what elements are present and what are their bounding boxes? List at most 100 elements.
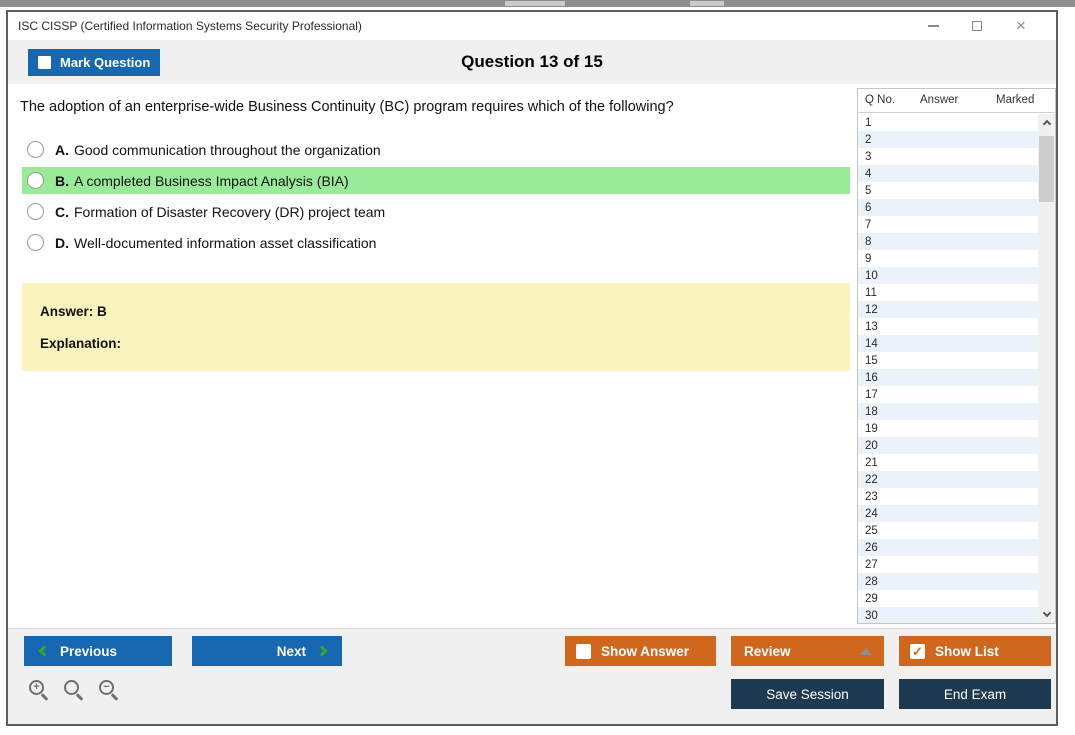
zoom-out-button[interactable]: − [98,679,122,703]
radio-button[interactable] [27,172,44,189]
option-text: Formation of Disaster Recovery (DR) proj… [74,203,386,220]
option-row-d[interactable]: D. Well-documented information asset clas… [22,229,850,256]
option-letter: D. [55,234,69,251]
background-window-edge [0,0,1075,7]
zoom-reset-button[interactable] [63,679,87,703]
close-icon: × [1016,16,1026,35]
option-row-b[interactable]: B. A completed Business Impact Analysis (… [22,167,850,194]
end-exam-label: End Exam [943,686,1007,702]
question-list-row[interactable]: 12 [858,301,1038,318]
maximize-button[interactable] [970,19,984,33]
question-counter: Question 13 of 15 [461,52,603,71]
question-list-row[interactable]: 24 [858,505,1038,522]
minimize-icon [927,25,939,27]
options-list: A. Good communication throughout the orga… [22,136,850,260]
question-list-body: 1 2 3 4 5 6 7 8 9 10 11 12 13 14 15 16 17 18 19 20 21 22 23 24 2… [858,114,1038,623]
question-list-row[interactable]: 2 [858,131,1038,148]
chevron-up-icon [1042,119,1051,129]
question-list-header: Q No. Answer Marked [858,89,1055,113]
question-list-row[interactable]: 8 [858,233,1038,250]
question-list-row[interactable]: 10 [858,267,1038,284]
question-list-panel: Q No. Answer Marked 1 2 3 4 5 6 7 8 9 10 11 12 13 14 1… [857,88,1056,624]
option-text: Well-documented information asset classi… [74,234,377,251]
radio-button[interactable] [27,203,44,220]
question-list-row[interactable]: 9 [858,250,1038,267]
maximize-icon [972,21,982,31]
question-list-row[interactable]: 11 [858,284,1038,301]
question-list-row[interactable]: 13 [858,318,1038,335]
explanation-label: Explanation: [40,336,122,351]
question-list-row[interactable]: 17 [858,386,1038,403]
window-controls: × [926,16,1028,35]
minimize-button[interactable] [926,19,940,33]
option-row-c[interactable]: C. Formation of Disaster Recovery (DR) pr… [22,198,850,225]
option-letter: C. [55,203,69,220]
titlebar: ISC CISSP (Certified Information Systems… [8,12,1056,40]
window-title: ISC CISSP (Certified Information Systems… [18,19,362,33]
question-list-row[interactable]: 20 [858,437,1038,454]
next-label: Next [276,643,306,659]
question-list-scrollbar[interactable] [1038,114,1055,623]
chevron-left-icon [38,645,50,657]
question-list-row[interactable]: 18 [858,403,1038,420]
previous-label: Previous [60,643,118,659]
question-list-row[interactable]: 1 [858,114,1038,131]
show-list-button[interactable]: ✓ Show List [899,636,1051,666]
next-button[interactable]: Next [192,636,342,666]
close-button[interactable]: × [1014,16,1028,35]
review-label: Review [744,643,791,659]
save-session-button[interactable]: Save Session [731,679,884,709]
question-list-row[interactable]: 16 [858,369,1038,386]
show-list-checkbox[interactable]: ✓ [910,643,925,659]
answer-box: Answer: B Explanation: [22,283,850,371]
zoom-in-button[interactable]: + [28,679,52,703]
option-letter: B. [55,172,69,189]
question-list-row[interactable]: 5 [858,182,1038,199]
question-list-row[interactable]: 28 [858,573,1038,590]
review-button[interactable]: Review [731,636,884,666]
question-list-row[interactable]: 26 [858,539,1038,556]
option-text: A completed Business Impact Analysis (BI… [74,172,349,189]
question-list-row[interactable]: 21 [858,454,1038,471]
save-session-label: Save Session [766,686,849,702]
column-header-answer: Answer [920,94,959,106]
question-list-row[interactable]: 25 [858,522,1038,539]
end-exam-button[interactable]: End Exam [899,679,1051,709]
app-window: ISC CISSP (Certified Information Systems… [6,10,1058,726]
question-list-row[interactable]: 29 [858,590,1038,607]
show-answer-checkbox[interactable] [576,643,591,659]
option-letter: A. [55,141,69,158]
header-band: Mark Question Question 13 of 15 [8,40,1056,84]
question-list-row[interactable]: 23 [858,488,1038,505]
question-list-row[interactable]: 14 [858,335,1038,352]
scroll-down-button[interactable] [1038,606,1055,623]
question-text: The adoption of an enterprise-wide Busin… [20,99,674,115]
footer-bar: Previous Next + − Show Answer Review ✓ S… [8,628,1056,724]
triangle-up-icon [860,647,872,655]
column-header-marked: Marked [996,94,1035,106]
zoom-tools: + − [28,679,122,703]
radio-button[interactable] [27,234,44,251]
question-list-row[interactable]: 3 [858,148,1038,165]
chevron-down-icon [1042,608,1051,618]
previous-button[interactable]: Previous [24,636,172,666]
question-list-row[interactable]: 6 [858,199,1038,216]
show-answer-label: Show Answer [601,643,690,659]
question-list-row[interactable]: 22 [858,471,1038,488]
option-text: Good communication throughout the organi… [74,141,381,158]
question-list-row[interactable]: 19 [858,420,1038,437]
option-row-a[interactable]: A. Good communication throughout the orga… [22,136,850,163]
question-list-row[interactable]: 4 [858,165,1038,182]
show-list-label: Show List [935,643,999,659]
question-list-row[interactable]: 30 [858,607,1038,623]
question-list-row[interactable]: 27 [858,556,1038,573]
chevron-right-icon [316,645,328,657]
scroll-up-button[interactable] [1038,114,1055,131]
scrollbar-thumb[interactable] [1039,136,1054,202]
answer-label: Answer: B [40,304,107,319]
question-list-row[interactable]: 7 [858,216,1038,233]
show-answer-button[interactable]: Show Answer [565,636,716,666]
radio-button[interactable] [27,141,44,158]
question-list-row[interactable]: 15 [858,352,1038,369]
column-header-qno: Q No. [865,94,896,106]
